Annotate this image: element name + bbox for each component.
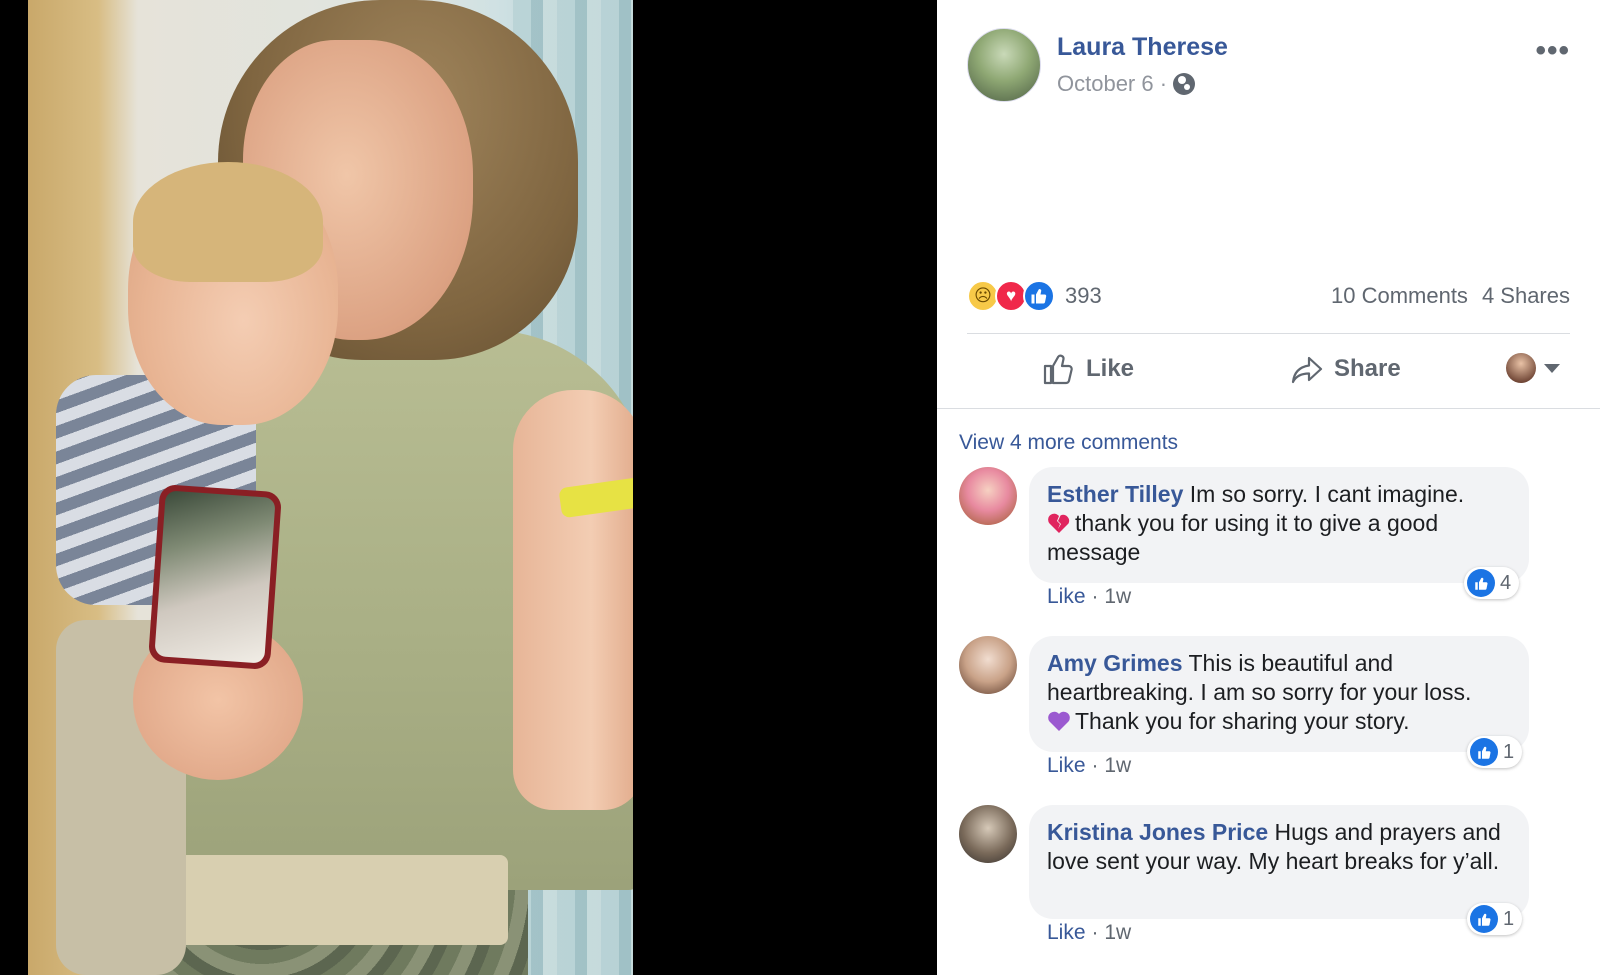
shares-count[interactable]: 4 Shares xyxy=(1482,283,1570,309)
engagement-counts: 10 Comments 4 Shares xyxy=(1331,283,1570,309)
like-button-label: Like xyxy=(1086,355,1135,382)
like-reaction-icon xyxy=(1470,738,1498,766)
broken-heart-icon xyxy=(1048,513,1070,533)
comment-like-link[interactable]: Like xyxy=(1047,585,1086,609)
reaction-as-selector[interactable] xyxy=(1506,353,1560,383)
post-panel: Laura Therese October 6 · ••• ☹ ♥ 393 10… xyxy=(937,0,1600,975)
like-button[interactable]: Like xyxy=(1042,345,1134,393)
comment-time[interactable]: · 1w xyxy=(1092,754,1132,778)
reactions-summary: ☹ ♥ 393 10 Comments 4 Shares xyxy=(967,280,1570,320)
commenter-name[interactable]: Esther Tilley xyxy=(1047,481,1183,507)
photo-viewer xyxy=(0,0,937,975)
like-reaction-icon xyxy=(1470,905,1498,933)
commenter-avatar[interactable] xyxy=(959,636,1017,694)
author-avatar[interactable] xyxy=(967,28,1041,102)
globe-icon xyxy=(1173,73,1196,95)
share-arrow-icon xyxy=(1291,356,1323,384)
comment-footer: Like · 1w xyxy=(1047,754,1131,778)
post-header: Laura Therese October 6 · ••• xyxy=(967,28,1570,108)
post-meta: October 6 · xyxy=(1057,71,1196,97)
comment-footer: Like · 1w xyxy=(1047,585,1131,609)
purple-heart-icon xyxy=(1048,711,1070,731)
divider xyxy=(967,333,1570,334)
comment-reactions[interactable]: 1 xyxy=(1467,903,1523,935)
divider xyxy=(937,408,1600,409)
comment-reactions[interactable]: 1 xyxy=(1467,736,1523,768)
comment-like-link[interactable]: Like xyxy=(1047,921,1086,945)
comment-reactions[interactable]: 4 xyxy=(1464,567,1520,599)
commenter-avatar[interactable] xyxy=(959,467,1017,525)
photo-woman-arm xyxy=(513,390,633,810)
comments-count[interactable]: 10 Comments xyxy=(1331,283,1468,309)
photo-boy-hair xyxy=(133,162,323,282)
photo-phone-screen xyxy=(154,490,276,664)
comment-bubble: Kristina Jones Price Hugs and prayers an… xyxy=(1029,805,1529,919)
view-more-comments-link[interactable]: View 4 more comments xyxy=(959,431,1178,455)
comment-text: Im so sorry. I cant imagine. xyxy=(1189,481,1465,507)
photo-belt xyxy=(178,855,508,945)
post-date[interactable]: October 6 · xyxy=(1057,71,1167,97)
thumbs-up-icon xyxy=(1043,354,1073,385)
commenter-name[interactable]: Kristina Jones Price xyxy=(1047,819,1268,845)
more-options-button[interactable]: ••• xyxy=(1535,34,1570,68)
current-user-avatar xyxy=(1506,353,1536,383)
comment-reaction-count: 4 xyxy=(1500,571,1512,594)
comment-bubble: Amy Grimes This is beautiful and heartbr… xyxy=(1029,636,1529,752)
like-reaction-icon[interactable] xyxy=(1023,280,1055,312)
author-name[interactable]: Laura Therese xyxy=(1057,33,1228,62)
chevron-down-icon xyxy=(1544,363,1560,373)
commenter-avatar[interactable] xyxy=(959,805,1017,863)
post-actions: Like Share xyxy=(967,345,1570,395)
share-button[interactable]: Share xyxy=(1290,345,1401,393)
comment-reaction-count: 1 xyxy=(1503,907,1515,930)
commenter-name[interactable]: Amy Grimes xyxy=(1047,650,1183,676)
comment-time[interactable]: · 1w xyxy=(1092,585,1132,609)
comment-footer: Like · 1w xyxy=(1047,921,1131,945)
photo-phone xyxy=(147,483,283,671)
like-reaction-icon xyxy=(1467,569,1495,597)
comment-text-continued: thank you for using it to give a good me… xyxy=(1047,510,1439,565)
reaction-count[interactable]: 393 xyxy=(1065,283,1102,309)
comment-text-continued: Thank you for sharing your story. xyxy=(1075,708,1410,734)
post-photo[interactable] xyxy=(28,0,633,975)
share-button-label: Share xyxy=(1334,355,1401,382)
comment-reaction-count: 1 xyxy=(1503,740,1515,763)
comment-bubble: Esther Tilley Im so sorry. I cant imagin… xyxy=(1029,467,1529,583)
comment-time[interactable]: · 1w xyxy=(1092,921,1132,945)
comment-like-link[interactable]: Like xyxy=(1047,754,1086,778)
